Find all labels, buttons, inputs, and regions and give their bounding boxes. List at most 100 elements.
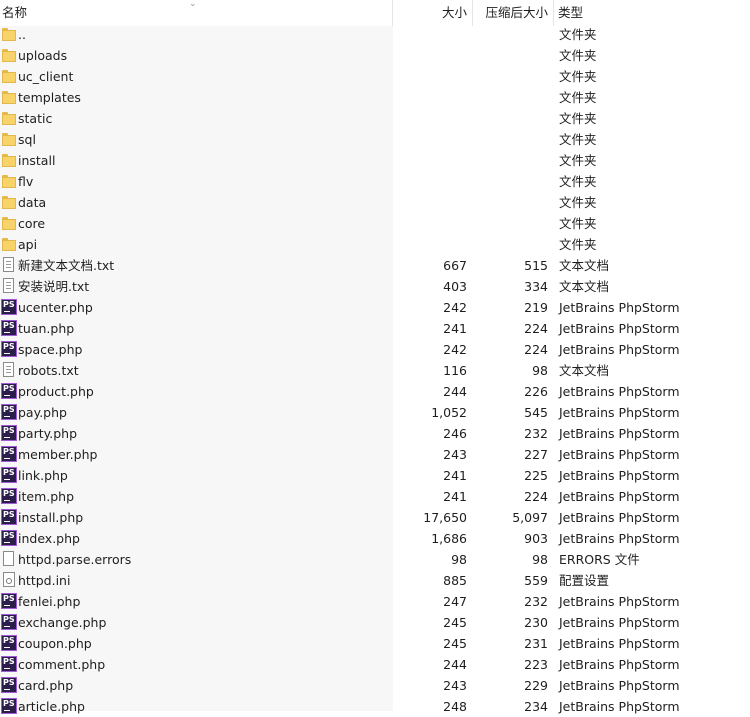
file-row[interactable]: PS install.php 17,650 5,097 JetBrains PhpSto… [0, 507, 750, 528]
folder-icon [1, 24, 18, 45]
column-header-bar: 名称 ⌄ 大小 压缩后大小 类型 [0, 0, 750, 26]
file-compressed-size: 559 [524, 573, 548, 588]
file-compressed-size: 223 [524, 657, 548, 672]
file-type: JetBrains PhpStorm [559, 657, 680, 672]
file-row[interactable]: httpd.ini 885 559 配置设置 [0, 570, 750, 591]
file-name: member.php [18, 447, 98, 462]
file-compressed-size [468, 171, 548, 192]
file-row[interactable]: .. 文件夹 [0, 24, 750, 45]
file-row[interactable]: core 文件夹 [0, 213, 750, 234]
file-row[interactable]: uc_client 文件夹 [0, 66, 750, 87]
column-header-compressed-size[interactable]: 压缩后大小 [468, 0, 548, 26]
file-row[interactable]: install 文件夹 [0, 150, 750, 171]
file-row[interactable]: PS coupon.php 245 231 JetBrains PhpStorm [0, 633, 750, 654]
file-compressed-size: 227 [524, 447, 548, 462]
file-type: 配置设置 [559, 573, 610, 588]
phpstorm-icon: PS [1, 675, 18, 696]
file-name: comment.php [18, 657, 106, 672]
file-type: ERRORS 文件 [559, 552, 640, 567]
file-size [393, 129, 467, 150]
file-row[interactable]: httpd.parse.errors 98 98 ERRORS 文件 [0, 549, 750, 570]
file-compressed-size: 98 [532, 363, 548, 378]
file-row[interactable]: 安装说明.txt 403 334 文本文档 [0, 276, 750, 297]
file-compressed-size: 229 [524, 678, 548, 693]
column-header-type[interactable]: 类型 [558, 0, 738, 26]
file-row[interactable]: PS party.php 246 232 JetBrains PhpStorm [0, 423, 750, 444]
phpstorm-icon: PS [1, 696, 18, 717]
file-type: JetBrains PhpStorm [559, 447, 680, 462]
file-row[interactable]: PS article.php 248 234 JetBrains PhpStorm [0, 696, 750, 717]
file-row[interactable]: PS tuan.php 241 224 JetBrains PhpStorm [0, 318, 750, 339]
blank-file-icon [1, 549, 18, 570]
file-type: JetBrains PhpStorm [559, 510, 680, 525]
file-size: 245 [443, 636, 467, 651]
file-row[interactable]: PS space.php 242 224 JetBrains PhpStorm [0, 339, 750, 360]
file-row[interactable]: PS product.php 244 226 JetBrains PhpStorm [0, 381, 750, 402]
file-compressed-size: 545 [524, 405, 548, 420]
file-type: 文本文档 [559, 279, 610, 294]
file-row[interactable]: api 文件夹 [0, 234, 750, 255]
file-type: JetBrains PhpStorm [559, 531, 680, 546]
file-name: index.php [18, 531, 80, 546]
folder-icon [1, 234, 18, 255]
file-name: 安装说明.txt [18, 279, 90, 294]
file-compressed-size [468, 108, 548, 129]
file-row[interactable]: uploads 文件夹 [0, 45, 750, 66]
file-name: tuan.php [18, 321, 75, 336]
file-size: 1,686 [431, 531, 467, 546]
file-row[interactable]: PS pay.php 1,052 545 JetBrains PhpStorm [0, 402, 750, 423]
file-row[interactable]: PS ucenter.php 242 219 JetBrains PhpStorm [0, 297, 750, 318]
file-name: httpd.parse.errors [18, 552, 132, 567]
file-compressed-size: 5,097 [512, 510, 548, 525]
phpstorm-icon: PS [1, 528, 18, 549]
file-row[interactable]: PS card.php 243 229 JetBrains PhpStorm [0, 675, 750, 696]
folder-icon [1, 129, 18, 150]
file-size: 241 [443, 489, 467, 504]
file-name: link.php [18, 468, 68, 483]
file-row[interactable]: PS item.php 241 224 JetBrains PhpStorm [0, 486, 750, 507]
file-row[interactable]: PS index.php 1,686 903 JetBrains PhpStorm [0, 528, 750, 549]
file-row[interactable]: 新建文本文档.txt 667 515 文本文档 [0, 255, 750, 276]
file-size [393, 192, 467, 213]
file-row[interactable]: robots.txt 116 98 文本文档 [0, 360, 750, 381]
column-header-size[interactable]: 大小 [393, 0, 467, 26]
file-type: JetBrains PhpStorm [559, 615, 680, 630]
file-row[interactable]: PS comment.php 244 223 JetBrains PhpStorm [0, 654, 750, 675]
file-compressed-size: 334 [524, 279, 548, 294]
file-compressed-size: 98 [532, 552, 548, 567]
file-compressed-size: 230 [524, 615, 548, 630]
column-divider[interactable] [553, 0, 554, 26]
file-size [393, 108, 467, 129]
file-row[interactable]: sql 文件夹 [0, 129, 750, 150]
column-header-name[interactable]: 名称 [2, 0, 392, 26]
file-row[interactable]: PS member.php 243 227 JetBrains PhpStorm [0, 444, 750, 465]
phpstorm-icon: PS [1, 507, 18, 528]
file-type: 文件夹 [559, 132, 597, 147]
file-compressed-size [468, 213, 548, 234]
file-row[interactable]: PS exchange.php 245 230 JetBrains PhpStorm [0, 612, 750, 633]
file-row[interactable]: static 文件夹 [0, 108, 750, 129]
file-type: JetBrains PhpStorm [559, 489, 680, 504]
file-row[interactable]: flv 文件夹 [0, 171, 750, 192]
file-row[interactable]: templates 文件夹 [0, 87, 750, 108]
file-name: uploads [18, 48, 68, 63]
file-name: article.php [18, 699, 85, 714]
file-name: exchange.php [18, 615, 107, 630]
file-compressed-size: 226 [524, 384, 548, 399]
file-row[interactable]: data 文件夹 [0, 192, 750, 213]
file-row[interactable]: PS link.php 241 225 JetBrains PhpStorm [0, 465, 750, 486]
file-name: ucenter.php [18, 300, 93, 315]
file-row[interactable]: PS fenlei.php 247 232 JetBrains PhpStorm [0, 591, 750, 612]
phpstorm-icon: PS [1, 297, 18, 318]
file-name: flv [18, 174, 34, 189]
folder-icon [1, 150, 18, 171]
file-type: 文本文档 [559, 363, 610, 378]
file-name: .. [18, 27, 26, 42]
phpstorm-icon: PS [1, 465, 18, 486]
file-size: 243 [443, 678, 467, 693]
file-type: 文件夹 [559, 153, 597, 168]
file-type: JetBrains PhpStorm [559, 594, 680, 609]
folder-icon [1, 45, 18, 66]
file-type: 文件夹 [559, 111, 597, 126]
file-compressed-size: 515 [524, 258, 548, 273]
